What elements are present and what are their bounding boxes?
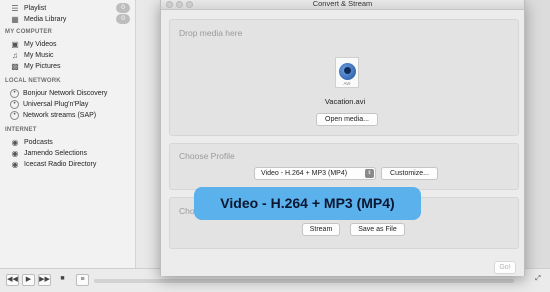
save-as-file-button[interactable]: Save as File bbox=[350, 223, 405, 236]
stop-icon: ■ bbox=[60, 275, 65, 282]
library-icon: ▦ bbox=[11, 14, 19, 24]
fullscreen-icon: ⤢ bbox=[535, 275, 541, 282]
convert-stream-dialog: Convert & Stream Drop media here AVI Vac… bbox=[160, 0, 525, 276]
podcast-icon: ◉ bbox=[11, 148, 19, 158]
sidebar-item-label: Bonjour Network Discovery bbox=[23, 89, 108, 97]
section-heading-internet: INTERNET bbox=[5, 127, 37, 133]
network-icon: • bbox=[10, 88, 19, 98]
sidebar-item-label: My Pictures bbox=[24, 62, 61, 70]
play-icon: ▶ bbox=[25, 276, 32, 283]
sidebar-item-label: Icecast Radio Directory bbox=[24, 160, 97, 168]
drop-media-title: Drop media here bbox=[179, 28, 243, 38]
customize-button[interactable]: Customize... bbox=[381, 167, 438, 180]
open-media-button[interactable]: Open media... bbox=[316, 113, 378, 126]
play-button[interactable]: ▶ bbox=[22, 274, 35, 286]
file-name-label: Vacation.avi bbox=[324, 97, 366, 106]
section-heading-my-computer: MY COMPUTER bbox=[5, 29, 53, 35]
sidebar-item-label: Podcasts bbox=[24, 138, 53, 146]
dialog-title: Convert & Stream bbox=[312, 0, 373, 8]
file-extension-label: AVI bbox=[343, 81, 351, 86]
sidebar-item-label: My Videos bbox=[24, 40, 57, 48]
next-icon: ▶▶ bbox=[39, 276, 50, 283]
fullscreen-button[interactable]: ⤢ bbox=[532, 274, 544, 286]
profile-select-value: Video - H.264 + MP3 (MP4) bbox=[261, 170, 348, 177]
sidebar-item-sap[interactable]: • Network streams (SAP) bbox=[0, 109, 135, 121]
next-button[interactable]: ▶▶ bbox=[38, 274, 51, 286]
network-icon: • bbox=[10, 110, 19, 120]
go-button[interactable]: Go! bbox=[494, 261, 516, 274]
section-heading-local-network: LOCAL NETWORK bbox=[5, 78, 61, 84]
previous-button[interactable]: ◀◀ bbox=[6, 274, 19, 286]
profile-tooltip: Video - H.264 + MP3 (MP4) bbox=[194, 187, 421, 220]
picture-icon: ▩ bbox=[11, 61, 19, 71]
sidebar-item-label: Media Library bbox=[24, 15, 67, 23]
updown-arrow-icon: ⇕ bbox=[365, 169, 374, 178]
choose-profile-title: Choose Profile bbox=[179, 151, 235, 161]
sidebar-item-my-pictures[interactable]: ▩ My Pictures bbox=[0, 60, 135, 72]
playlist-toggle-button[interactable]: ≡ bbox=[76, 274, 89, 286]
podcast-icon: ◉ bbox=[11, 159, 19, 169]
stream-button[interactable]: Stream bbox=[302, 223, 340, 236]
sidebar-item-label: Network streams (SAP) bbox=[23, 111, 97, 119]
stop-button[interactable]: ■ bbox=[57, 274, 68, 286]
sidebar-item-label: Jamendo Selections bbox=[24, 149, 88, 157]
file-thumbnail-icon: AVI bbox=[335, 57, 359, 88]
sidebar-item-label: Playlist bbox=[24, 4, 47, 12]
drop-media-section[interactable]: Drop media here AVI Vacation.avi Open me… bbox=[169, 19, 519, 136]
dialog-titlebar: Convert & Stream bbox=[161, 0, 524, 10]
sidebar-item-media-library[interactable]: ▦ Media Library 0 bbox=[0, 13, 135, 25]
podcast-icon: ◉ bbox=[11, 137, 19, 147]
sidebar-item-label: My Music bbox=[24, 51, 54, 59]
film-icon: ▣ bbox=[11, 39, 19, 49]
sidebar: ☰ Playlist 0 ▦ Media Library 0 MY COMPUT… bbox=[0, 0, 136, 268]
list-icon: ≡ bbox=[80, 276, 85, 283]
seek-bar[interactable] bbox=[94, 279, 514, 283]
music-note-icon: ♫ bbox=[12, 50, 18, 60]
sidebar-item-label: Universal Plug'n'Play bbox=[23, 100, 89, 108]
network-icon: • bbox=[10, 99, 19, 109]
choose-profile-section: Choose Profile Video - H.264 + MP3 (MP4)… bbox=[169, 143, 519, 190]
previous-icon: ◀◀ bbox=[7, 276, 18, 283]
choose-destination-title: Cho bbox=[179, 206, 195, 216]
playlist-icon: ☰ bbox=[11, 3, 19, 13]
profile-select[interactable]: Video - H.264 + MP3 (MP4) ⇕ bbox=[254, 167, 376, 180]
sidebar-item-icecast[interactable]: ◉ Icecast Radio Directory bbox=[0, 158, 135, 170]
playlist-count-badge: 0 bbox=[116, 3, 130, 13]
vlc-media-icon bbox=[339, 63, 356, 80]
media-library-count-badge: 0 bbox=[116, 14, 130, 24]
